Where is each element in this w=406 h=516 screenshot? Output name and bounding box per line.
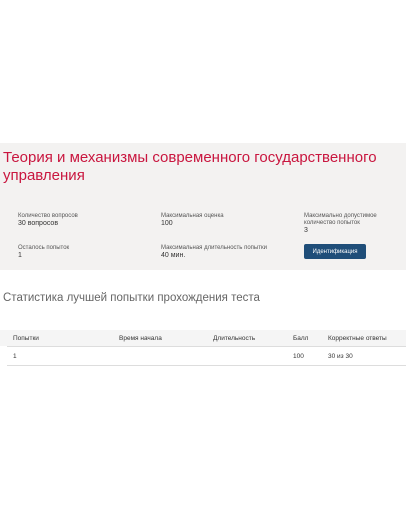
table-divider: [7, 365, 406, 366]
col-header-duration: Длительность: [213, 335, 256, 342]
remaining-attempts-label: Осталось попыток: [18, 245, 70, 251]
col-header-attempts: Попытки: [13, 335, 39, 342]
identification-button[interactable]: Идентификация: [304, 244, 366, 259]
col-header-start-time: Время начала: [119, 335, 162, 342]
max-attempts-label: Максимально допустимое количество попыто…: [304, 213, 377, 226]
max-duration-value: 40 мин.: [161, 252, 186, 259]
cell-attempt: 1: [13, 353, 17, 360]
table-divider: [7, 346, 406, 347]
remaining-attempts-value: 1: [18, 252, 22, 259]
cell-score: 100: [293, 353, 304, 360]
col-header-correct-answers: Корректные ответы: [328, 335, 387, 342]
max-score-value: 100: [161, 220, 173, 227]
stats-heading: Статистика лучшей попытки прохождения те…: [3, 292, 260, 304]
questions-count-value: 30 вопросов: [18, 220, 59, 227]
max-duration-label: Максимальная длительность попытки: [161, 245, 267, 251]
cell-correct-answers: 30 из 30: [328, 353, 353, 360]
max-attempts-value: 3: [304, 227, 308, 234]
page-title: Теория и механизмы современного государс…: [3, 149, 377, 184]
col-header-score: Балл: [293, 335, 309, 342]
max-score-label: Максимальная оценка: [161, 213, 224, 219]
questions-count-label: Количество вопросов: [18, 213, 78, 219]
